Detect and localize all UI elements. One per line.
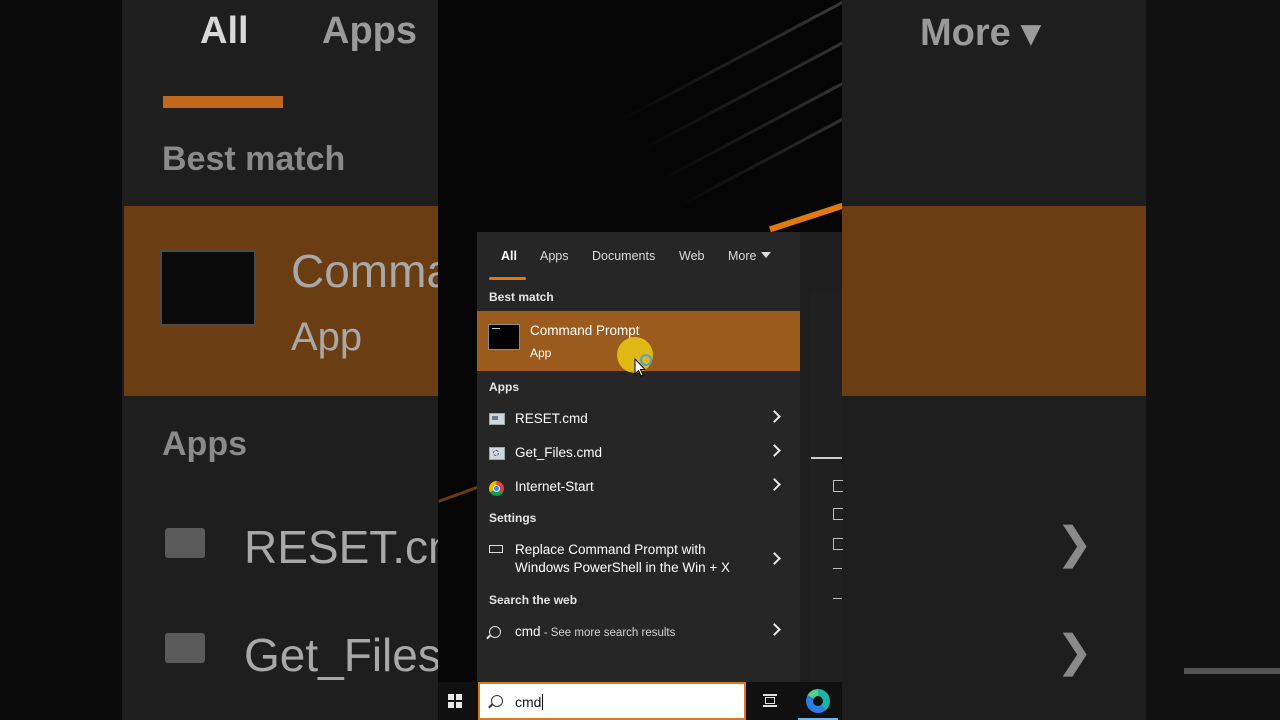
background-best-title: Comma	[291, 245, 453, 297]
tab-documents[interactable]: Documents	[592, 249, 655, 263]
search-icon	[489, 626, 501, 638]
preview-pane	[800, 232, 843, 682]
caret-down-icon	[761, 252, 772, 258]
setting-line-1: Replace Command Prompt with	[515, 542, 706, 557]
mouse-pointer-icon	[634, 358, 646, 377]
tab-more[interactable]: More	[728, 249, 772, 263]
list-item-powershell-setting[interactable]: Replace Command Prompt with Windows Powe…	[477, 536, 800, 580]
preview-action-icon[interactable]	[833, 568, 842, 571]
list-item-label: Replace Command Prompt with Windows Powe…	[515, 541, 730, 577]
search-input[interactable]: cmd	[478, 682, 746, 720]
background-divider	[1184, 668, 1280, 674]
background-terminal-icon	[160, 250, 256, 326]
tab-more-label: More	[728, 249, 757, 263]
setting-line-2: Windows PowerShell in the Win + X	[515, 560, 730, 575]
list-item-reset-cmd[interactable]: RESET.cmd	[477, 402, 800, 436]
background-tab-all: All	[200, 10, 249, 52]
terminal-icon	[488, 324, 520, 350]
preview-divider	[811, 457, 842, 459]
apps-header: Apps	[489, 380, 519, 394]
tab-web[interactable]: Web	[679, 249, 704, 263]
text-caret	[542, 694, 544, 710]
chevron-right-icon[interactable]	[768, 478, 781, 491]
chevron-right-icon[interactable]	[768, 410, 781, 423]
best-match-header: Best match	[489, 290, 554, 304]
chevron-right-icon[interactable]	[768, 623, 781, 636]
chrome-icon	[489, 481, 504, 496]
background-best-match-header: Best match	[162, 140, 346, 178]
edge-icon[interactable]	[806, 689, 830, 713]
tab-apps[interactable]: Apps	[540, 249, 569, 263]
preview-action-icon[interactable]	[833, 598, 842, 601]
tab-all[interactable]: All	[501, 249, 517, 263]
wallpaper-accent	[769, 201, 842, 233]
background-gear-icon	[165, 633, 205, 663]
list-item-label: cmd - See more search results	[515, 624, 675, 639]
best-match-subtitle: App	[530, 346, 552, 360]
search-icon	[491, 695, 503, 707]
windows-start-icon[interactable]	[448, 694, 462, 708]
list-item-label: Internet-Start	[515, 479, 594, 494]
background-chevron-icon: ❯	[1056, 519, 1093, 568]
background-chevron-icon: ❯	[1056, 627, 1093, 676]
list-item-label: Get_Files.cmd	[515, 445, 603, 460]
list-item-web-search[interactable]: cmd - See more search results	[477, 615, 800, 649]
preview-action-icon[interactable]	[833, 538, 843, 550]
cmd-file-icon	[489, 413, 505, 425]
chevron-right-icon[interactable]	[768, 444, 781, 457]
taskbar: cmd	[438, 682, 842, 720]
preview-action-icon[interactable]	[833, 508, 843, 520]
background-cmd-icon	[165, 528, 205, 558]
web-query-suffix: - See more search results	[540, 627, 676, 639]
background-left-edge	[0, 0, 122, 720]
background-apps-header: Apps	[162, 425, 247, 463]
search-web-header: Search the web	[489, 593, 578, 607]
list-item-internet-start[interactable]: Internet-Start	[477, 470, 800, 504]
search-input-value: cmd	[515, 694, 542, 710]
best-match-title: Command Prompt	[530, 323, 640, 338]
background-best-sub: App	[291, 315, 363, 359]
preview-action-icon[interactable]	[833, 480, 843, 492]
background-tab-apps: Apps	[322, 10, 417, 52]
keyboard-icon	[489, 545, 503, 553]
start-search-menu: All Apps Documents Web More Best match C…	[477, 232, 800, 682]
settings-header: Settings	[489, 511, 537, 525]
background-tab-more: More ▾	[920, 12, 1041, 54]
list-item-get-files-cmd[interactable]: Get_Files.cmd	[477, 436, 800, 470]
list-item-label: RESET.cmd	[515, 411, 588, 426]
filter-tabs: All Apps Documents Web More	[477, 232, 800, 280]
background-right-edge	[1146, 0, 1280, 720]
background-tab-underline	[163, 96, 283, 108]
active-tab-indicator	[489, 277, 526, 280]
cmd-gear-file-icon	[489, 447, 505, 460]
chevron-right-icon[interactable]	[768, 552, 781, 565]
task-view-icon[interactable]	[763, 694, 777, 707]
web-query: cmd	[515, 624, 541, 639]
